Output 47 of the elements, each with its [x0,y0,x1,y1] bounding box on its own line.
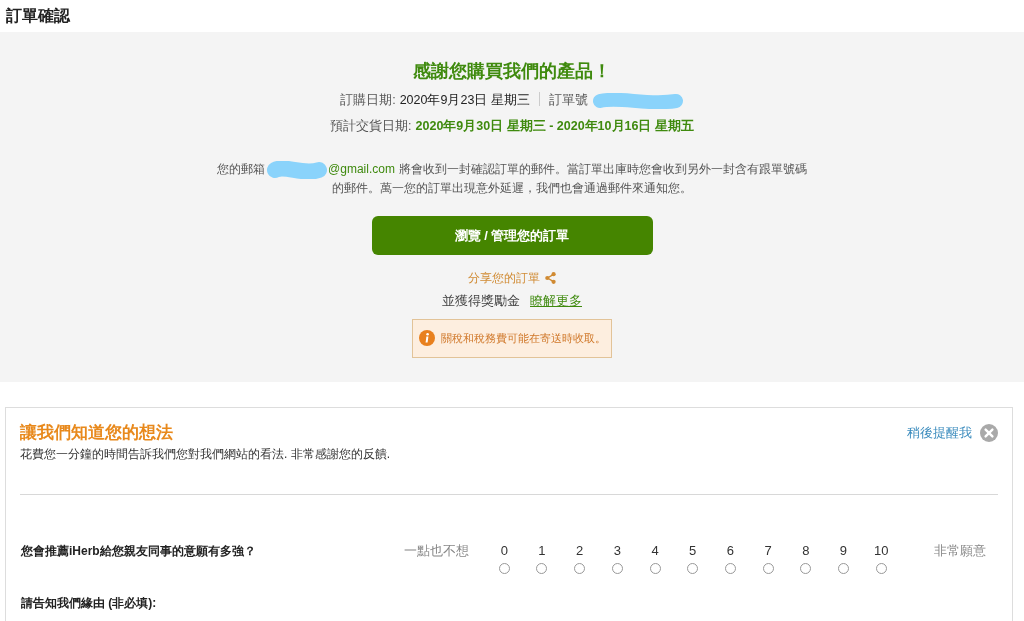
share-order-link[interactable]: 分享您的訂單 [468,268,556,287]
radio-button[interactable] [837,563,849,574]
rating-number: 3 [613,542,621,560]
delivery-date-range: 2020年9月30日 星期三 - 2020年10月16日 星期五 [415,119,694,133]
rating-number: 0 [500,542,508,560]
email-notice-text: 您的郵箱 @gmail.com 將會收到一封確認訂單的郵件。當訂單出庫時您會收到另外一封含有跟單號碼的郵件。萬一您的訂單出現意外延遲，我們也會通過郵件來通知您。 [216,160,808,197]
notice-text: 關稅和稅務費可能在寄送時收取。 [440,331,606,347]
reward-text: 並獲得獎勵金 [442,293,520,308]
order-number-label: 訂單號 [548,93,588,107]
radio-button[interactable] [800,563,812,574]
rating-number: 5 [689,542,697,560]
learn-more-link[interactable]: 瞭解更多 [530,293,582,308]
radio-button[interactable] [875,563,887,574]
rating-number: 10 [873,542,889,560]
radio-button[interactable] [687,563,699,574]
radio-button[interactable] [536,563,548,574]
rating-number: 9 [839,542,848,560]
delivery-date-label: 預計交貨日期: [330,119,412,133]
radio-button[interactable] [762,563,774,574]
rating-number: 4 [651,542,659,560]
rating-number: 6 [726,542,734,560]
order-date: 2020年9月23日 星期三 [399,93,530,107]
radio-button[interactable] [649,563,661,574]
remind-later-link[interactable]: 稍後提醒我 [907,421,972,445]
survey-subtitle: 花費您一分鐘的時間告訴我們您對我們網站的看法. 非常感謝您的反饋. [20,446,390,463]
scale-high-label: 非常願意 [933,542,987,560]
reason-label: 請告知我們緣由 (非必填): [20,595,158,612]
survey-title: 讓我們知道您的想法 [20,422,174,444]
rating-number: 8 [802,542,810,560]
page-title: 訂單確認 [5,6,71,26]
radio-button[interactable] [724,563,736,574]
order-date-label: 訂購日期: [340,93,396,107]
rating-number: 7 [764,542,772,560]
info-icon [418,330,435,347]
close-icon[interactable] [980,424,998,442]
radio-button[interactable] [574,563,586,574]
radio-button[interactable] [611,563,623,574]
survey-question: 您會推薦iHerb給您親友同事的意願有多強？ [20,543,257,560]
manage-order-button[interactable]: 瀏覽 / 管理您的訂單 [371,215,653,255]
thank-you-heading: 感謝您購買我們的產品！ [412,60,612,83]
scribble-icon [266,160,329,179]
scale-low-label: 一點也不想 [404,542,471,560]
radio-button[interactable] [498,563,510,574]
scribble-icon [591,92,684,109]
rating-number: 1 [538,542,546,560]
share-icon [545,271,556,284]
rating-number: 2 [576,542,584,560]
